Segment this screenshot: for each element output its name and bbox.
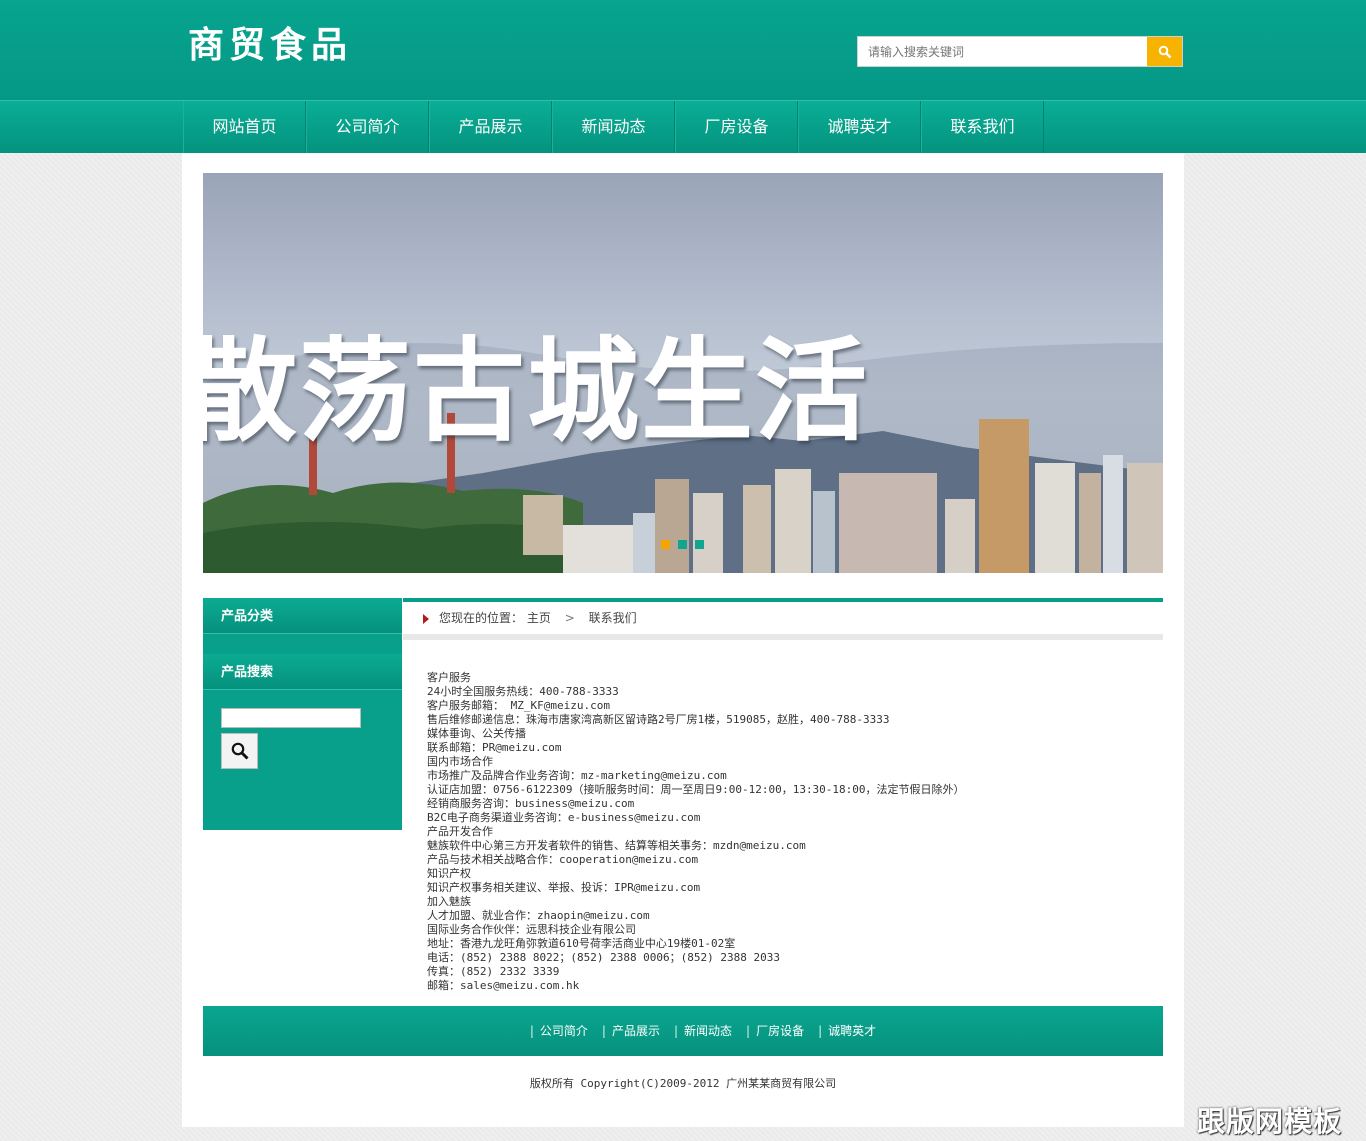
- header-search: [857, 36, 1183, 67]
- nav-item-jobs[interactable]: 诚聘英才: [798, 101, 921, 153]
- hero-banner[interactable]: 散荡古城生活: [203, 173, 1163, 573]
- search-input[interactable]: [858, 37, 1148, 66]
- article-line: 知识产权: [427, 867, 471, 880]
- contact-article: 客户服务 24小时全国服务热线：400-788-3333 客户服务邮箱： MZ_…: [427, 671, 1147, 993]
- product-search-input[interactable]: [221, 708, 361, 728]
- search-icon: [1158, 45, 1171, 58]
- banner-headline: 散荡古城生活: [203, 327, 869, 457]
- article-line: B2C电子商务渠道业务咨询：e-business@meizu.com: [427, 811, 701, 824]
- breadcrumb: 您现在的位置： 主页 > 联系我们: [403, 598, 1163, 640]
- article-line: 地址：香港九龙旺角弥敦道610号荷李活商业中心19楼01-02室: [427, 937, 736, 950]
- article-line: 邮箱：sales@meizu.com.hk: [427, 979, 580, 992]
- product-search-button[interactable]: [221, 733, 258, 769]
- article-line: 经销商服务咨询：business@meizu.com: [427, 797, 635, 810]
- breadcrumb-current: 联系我们: [588, 611, 637, 625]
- nav-item-about[interactable]: 公司简介: [306, 101, 429, 153]
- nav-item-products[interactable]: 产品展示: [429, 101, 552, 153]
- footer-link-news[interactable]: 新闻动态: [674, 1006, 732, 1056]
- article-line: 国内市场合作: [427, 755, 493, 768]
- copyright-text: 版权所有 Copyright(C)2009-2012 广州某某商贸有限公司: [529, 1077, 837, 1090]
- article-line: 加入魅族: [427, 895, 471, 908]
- article-line: 国际业务合作伙伴：远思科技企业有限公司: [427, 923, 636, 936]
- breadcrumb-prefix: 您现在的位置：: [439, 611, 524, 625]
- article-line: 客户服务邮箱： MZ_KF@meizu.com: [427, 699, 610, 712]
- search-icon: [231, 742, 249, 760]
- article-line: 客户服务: [427, 671, 471, 684]
- article-line: 市场推广及品牌合作业务咨询：mz-marketing@meizu.com: [427, 769, 727, 782]
- article-line: 传真：(852) 2332 3339: [427, 965, 560, 978]
- slider-dot[interactable]: [678, 540, 687, 549]
- article-line: 联系邮箱：PR@meizu.com: [427, 741, 562, 754]
- page-wrapper: 散荡古城生活 产品分类 产品搜索 您现在的位置： 主页 > 联系我们 客户服务 …: [182, 153, 1184, 1127]
- nav-item-news[interactable]: 新闻动态: [552, 101, 675, 153]
- slider-dots: [661, 540, 704, 549]
- article-line: 人才加盟、就业合作：zhaopin@meizu.com: [427, 909, 650, 922]
- arrow-right-icon: [423, 614, 429, 624]
- footer-link-about[interactable]: 公司简介: [530, 1006, 588, 1056]
- slider-dot[interactable]: [661, 540, 670, 549]
- breadcrumb-separator: >: [564, 611, 575, 625]
- article-line: 媒体垂询、公关传播: [427, 727, 526, 740]
- article-line: 售后维修邮递信息：珠海市唐家湾高新区留诗路2号厂房1楼，519085，赵胜，40…: [427, 713, 890, 726]
- nav-item-contact[interactable]: 联系我们: [921, 101, 1044, 153]
- site-header: 商贸食品: [0, 0, 1366, 100]
- article-line: 产品与技术相关战略合作：cooperation@meizu.com: [427, 853, 699, 866]
- site-logo[interactable]: 商贸食品: [188, 24, 352, 68]
- product-category-title: 产品分类: [203, 598, 402, 634]
- footer-nav: 公司简介 产品展示 新闻动态 厂房设备 诚聘英才: [203, 1006, 1163, 1056]
- nav-item-facilities[interactable]: 厂房设备: [675, 101, 798, 153]
- article-line: 魅族软件中心第三方开发者软件的销售、结算等相关事务：mzdn@meizu.com: [427, 839, 806, 852]
- breadcrumb-home[interactable]: 主页: [527, 611, 551, 625]
- search-button[interactable]: [1147, 37, 1182, 66]
- footer-link-facilities[interactable]: 厂房设备: [746, 1006, 804, 1056]
- slider-dot[interactable]: [695, 540, 704, 549]
- watermark-text: 跟版网模板: [1197, 1105, 1343, 1138]
- footer-link-jobs[interactable]: 诚聘英才: [818, 1006, 876, 1056]
- product-search-title: 产品搜索: [203, 654, 402, 690]
- article-line: 24小时全国服务热线：400-788-3333: [427, 685, 619, 698]
- article-line: 认证店加盟：0756-6122309（接听服务时间：周一至周日9:00-12:0…: [427, 783, 965, 796]
- article-line: 知识产权事务相关建议、举报、投诉：IPR@meizu.com: [427, 881, 701, 894]
- article-line: 电话：(852) 2388 8022；(852) 2388 0006；(852)…: [427, 951, 781, 964]
- sidebar: 产品分类 产品搜索: [203, 598, 402, 830]
- footer-link-products[interactable]: 产品展示: [602, 1006, 660, 1056]
- nav-item-home[interactable]: 网站首页: [183, 101, 306, 153]
- main-content: 您现在的位置： 主页 > 联系我们 客户服务 24小时全国服务热线：400-78…: [403, 598, 1163, 992]
- article-line: 产品开发合作: [427, 825, 493, 838]
- main-nav: 网站首页 公司简介 产品展示 新闻动态 厂房设备 诚聘英才 联系我们: [0, 100, 1366, 153]
